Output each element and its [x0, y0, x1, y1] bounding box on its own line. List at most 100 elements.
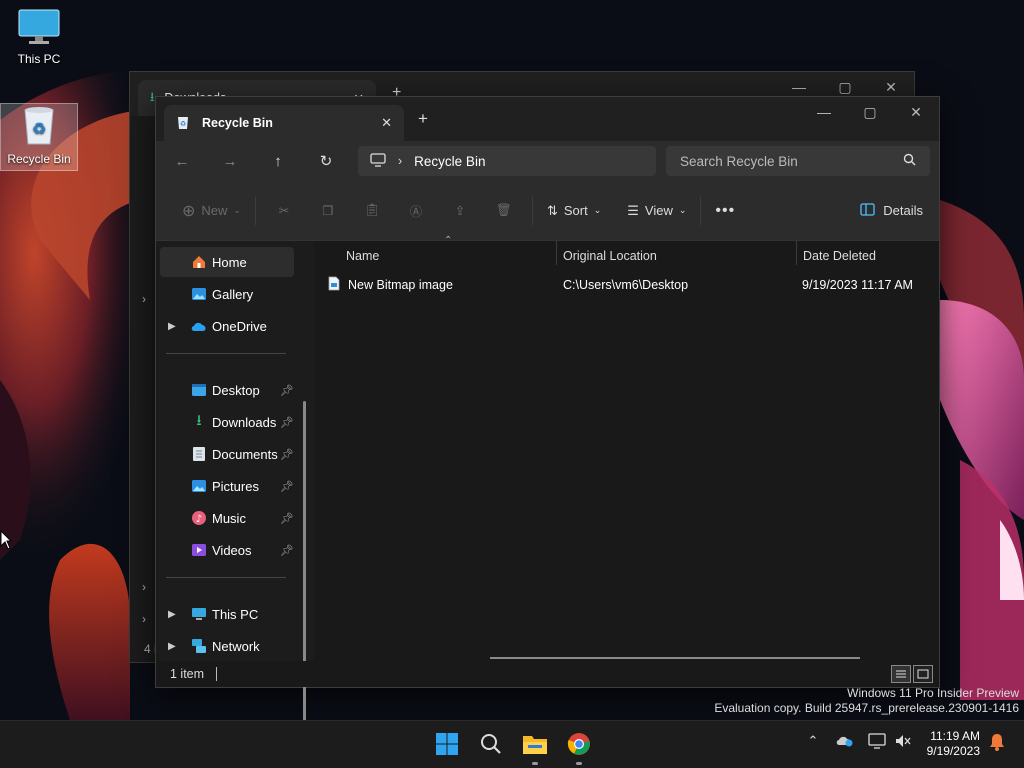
- pin-icon[interactable]: 📌︎: [280, 416, 294, 429]
- desktop-icon-this-pc[interactable]: This PC: [0, 8, 78, 76]
- sort-label: Sort: [563, 203, 588, 218]
- command-bar: ⊕ New ⌄ ✂ ❐ 📋︎ Ⓐ ⇪ 🗑︎ ⇅ Sort ⌄ ☰ View ⌄ …: [156, 181, 939, 241]
- horizontal-scrollbar[interactable]: [490, 657, 860, 659]
- tab-recycle-bin[interactable]: ♻ Recycle Bin ✕: [164, 105, 404, 141]
- nav-item-desktop[interactable]: Desktop 📌︎: [160, 375, 294, 405]
- home-icon: [190, 253, 208, 271]
- system-clock[interactable]: 11:19 AM 9/19/2023: [927, 729, 980, 759]
- new-tab-button[interactable]: +: [418, 109, 428, 129]
- taskbar-chrome[interactable]: [563, 729, 595, 765]
- taskbar-file-explorer[interactable]: [519, 729, 551, 765]
- monitor-icon: [370, 152, 386, 170]
- maximize-button[interactable]: ▢: [847, 97, 893, 127]
- chevron-right-icon[interactable]: ▶: [168, 609, 176, 620]
- up-button[interactable]: ↑: [254, 141, 302, 181]
- nav-item-onedrive[interactable]: ▶ OneDrive: [160, 311, 294, 341]
- details-view-icon[interactable]: [891, 665, 911, 683]
- video-icon: [190, 541, 208, 559]
- column-header-name[interactable]: Name: [346, 241, 379, 271]
- chevron-right-icon[interactable]: ›: [142, 292, 146, 306]
- chevron-right-icon[interactable]: ▶: [168, 321, 176, 332]
- new-button[interactable]: ⊕ New ⌄: [174, 195, 249, 227]
- recycle-bin-icon: ♻: [19, 104, 59, 149]
- details-pane-button[interactable]: Details: [860, 202, 923, 219]
- pin-icon[interactable]: 📌︎: [280, 384, 294, 397]
- chevron-right-icon[interactable]: ›: [398, 154, 402, 168]
- nav-item-this-pc[interactable]: ▶ This PC: [160, 599, 294, 629]
- file-row[interactable]: New Bitmap image C:\Users\vm6\Desktop 9/…: [328, 274, 928, 296]
- pin-icon[interactable]: 📌︎: [280, 448, 294, 461]
- navigation-bar: ← → ↑ ↻ › Recycle Bin Search Recycle Bin: [156, 141, 939, 181]
- desktop-icon-recycle-bin[interactable]: ♻ Recycle Bin: [0, 103, 78, 171]
- divider: [254, 196, 256, 225]
- nav-item-music[interactable]: ♪ Music 📌︎: [160, 503, 294, 533]
- nav-item-videos[interactable]: Videos 📌︎: [160, 535, 294, 565]
- nav-item-pictures[interactable]: Pictures 📌︎: [160, 471, 294, 501]
- pin-icon[interactable]: 📌︎: [280, 512, 294, 525]
- start-button[interactable]: [431, 729, 463, 761]
- column-divider[interactable]: [556, 241, 557, 265]
- nav-scrollbar[interactable]: [303, 401, 306, 768]
- divider: [166, 577, 286, 578]
- forward-button[interactable]: →: [206, 141, 254, 181]
- breadcrumb[interactable]: Recycle Bin: [414, 154, 485, 169]
- chevron-right-icon[interactable]: ›: [142, 580, 146, 594]
- cut-icon[interactable]: ✂: [269, 195, 299, 227]
- volume-muted-icon[interactable]: [892, 733, 914, 749]
- copy-icon[interactable]: ❐: [313, 195, 343, 227]
- recycle-bin-window[interactable]: ♻ Recycle Bin ✕ + — ▢ ✕ ← → ↑ ↻ › Recycl…: [155, 96, 940, 768]
- watermark-line: Evaluation copy. Build 25947.rs_prerelea…: [714, 701, 1019, 715]
- network-tray-icon[interactable]: [866, 733, 888, 749]
- file-location: C:\Users\vm6\Desktop: [563, 278, 689, 292]
- evaluation-watermark: Windows 11 Pro Insider Preview Evaluatio…: [714, 686, 1019, 716]
- pin-icon[interactable]: 📌︎: [280, 544, 294, 557]
- refresh-button[interactable]: ↻: [302, 141, 350, 181]
- view-button[interactable]: ☰ View ⌄: [619, 195, 694, 227]
- search-icon[interactable]: [903, 153, 916, 169]
- new-label: New: [201, 203, 228, 218]
- nav-item-gallery[interactable]: Gallery: [160, 279, 294, 309]
- paste-icon[interactable]: 📋︎: [357, 195, 387, 227]
- delete-icon[interactable]: 🗑︎: [489, 195, 519, 227]
- recycle-bin-icon: ♻: [176, 114, 190, 133]
- notification-bell-icon[interactable]: [986, 733, 1008, 751]
- divider: [531, 196, 533, 225]
- view-icon: ☰: [627, 202, 639, 218]
- column-label: Date Deleted: [803, 249, 876, 263]
- nav-item-home[interactable]: Home: [160, 247, 294, 277]
- column-divider[interactable]: [796, 241, 797, 265]
- tiles-view-icon[interactable]: [913, 665, 933, 683]
- chevron-up-icon[interactable]: ⌃: [804, 733, 822, 749]
- minimize-button[interactable]: —: [801, 97, 847, 127]
- search-placeholder: Search Recycle Bin: [680, 153, 798, 169]
- rename-icon[interactable]: Ⓐ: [401, 195, 431, 227]
- details-label: Details: [883, 203, 923, 218]
- address-bar[interactable]: › Recycle Bin: [358, 146, 656, 176]
- search-input[interactable]: Search Recycle Bin: [666, 146, 930, 176]
- nav-item-downloads[interactable]: ⭳ Downloads 📌︎: [160, 407, 294, 437]
- cloud-icon: [190, 317, 208, 335]
- sort-button[interactable]: ⇅ Sort ⌄: [539, 195, 609, 227]
- more-options-button[interactable]: •••: [707, 195, 743, 227]
- nav-item-documents[interactable]: Documents 📌︎: [160, 439, 294, 469]
- download-icon: ⭳: [196, 411, 202, 429]
- download-icon: ⭳: [150, 89, 155, 104]
- onedrive-tray-icon[interactable]: [834, 733, 856, 747]
- nav-label: Network: [212, 638, 260, 654]
- column-header-original-location[interactable]: Original Location: [563, 241, 657, 271]
- windows-logo-icon: [435, 732, 459, 759]
- svg-text:♻: ♻: [32, 119, 46, 138]
- column-header-date-deleted[interactable]: Date Deleted: [803, 241, 876, 271]
- chevron-right-icon[interactable]: ›: [142, 612, 146, 626]
- pin-icon[interactable]: 📌︎: [280, 480, 294, 493]
- close-button[interactable]: ✕: [893, 97, 939, 127]
- taskbar-search-button[interactable]: [475, 729, 507, 761]
- close-tab-icon[interactable]: ✕: [381, 115, 392, 131]
- document-icon: [190, 445, 208, 463]
- view-toggle: [891, 665, 933, 683]
- svg-text:♻: ♻: [180, 120, 186, 128]
- chevron-right-icon[interactable]: ▶: [168, 641, 176, 652]
- share-icon[interactable]: ⇪: [445, 195, 475, 227]
- back-button[interactable]: ←: [158, 141, 206, 181]
- nav-item-network[interactable]: ▶ Network: [160, 631, 294, 661]
